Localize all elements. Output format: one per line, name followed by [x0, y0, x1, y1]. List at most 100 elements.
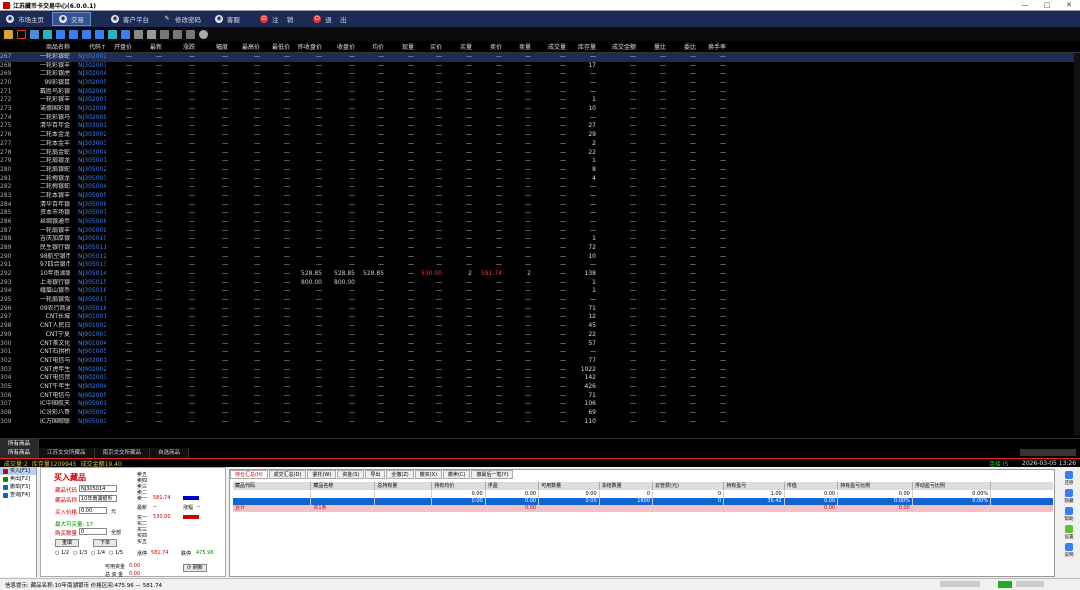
orders-col-header[interactable]: 浮盈 [486, 482, 540, 490]
header-col-name[interactable]: 商品名称 [40, 42, 70, 52]
table-row[interactable]: 286 丝绸银通币 NJ305008 — — — — — — — — — — — — — — — — — — — — [0, 218, 1080, 227]
header-col-open[interactable]: 开盘价 [110, 42, 132, 52]
menu-customer-service[interactable]: ◉ 客服 [209, 12, 246, 26]
info-button[interactable]: 说明 [1058, 541, 1080, 559]
table-row[interactable]: 296 09农行商通银币 NJ305018 — — — — — — — — — — — — — — — 71 — — — — [0, 305, 1080, 314]
qty-all-link[interactable]: 全部 [111, 529, 121, 536]
orders-col-header[interactable]: 冻结数量 [600, 482, 654, 490]
page3-icon[interactable] [95, 29, 104, 39]
tool3-icon[interactable] [186, 29, 195, 39]
refresh-icon[interactable] [108, 29, 117, 39]
table-row[interactable]: 271 戴胜鸟彩银币 NJ302006 — — — — — — — — — — — — — — — — — — — — [0, 88, 1080, 97]
menu-logout[interactable]: ⏻ 注 销 [254, 12, 299, 26]
tab-all-goods[interactable]: 所有商品 [0, 448, 40, 458]
table-row[interactable]: 272 一轮彩银羊 NJ302007 — — — — — — — — — — — — — — — 1 — — — — [0, 96, 1080, 105]
close-button[interactable]: ✕ [1058, 1, 1080, 9]
cancel-sell-button[interactable]: 撤卖(C) [443, 470, 471, 479]
header-col-pct[interactable]: 幅度 [203, 42, 228, 52]
table-row[interactable]: 273 诺德国彩银币 NJ302008 — — — — — — — — — — — — — — — 10 — — — — [0, 105, 1080, 114]
hide-button[interactable]: 隐藏 [1058, 487, 1080, 505]
menu-trade[interactable]: ◉ 交易 [52, 12, 91, 26]
tool-icon[interactable] [160, 29, 169, 39]
table-row[interactable]: 301 CNT石拱桥 NJ901005 — — — — — — — — — — — — — — — — — — — — [0, 348, 1080, 357]
table-row[interactable]: 268 一轮彩银羊 NJ302003 — — — — — — — — — — — — — — — 17 — — — — [0, 62, 1080, 71]
header-col-close[interactable]: 收盘价 [330, 42, 355, 52]
table-row[interactable]: 287 一轮扇银羊 NJ305009 — — — — — — — — — — — — — — — — — — — — [0, 227, 1080, 236]
header-col-vol-ratio[interactable]: 量比 [648, 42, 666, 52]
fraction-1-5[interactable]: ○ 1/5 [109, 550, 123, 556]
table-row[interactable]: 277 二轮本金羊 NJ303003 — — — — — — — — — — — — — — — 2 — — — — [0, 140, 1080, 149]
table-row[interactable]: 274 二轮彩银马 NJ302009 — — — — — — — — — — — — — — — — — — — — [0, 114, 1080, 123]
table-row[interactable]: 285 资本市场银币 NJ305007 — — — — — — — — — — — — — — — — — — — — [0, 209, 1080, 218]
table-row[interactable]: 270 99彩银鼠 NJ302005 — — — — — — — — — — — — — — — — — — — — [0, 79, 1080, 88]
tab-funds[interactable]: 资金(S) [337, 470, 365, 479]
position-row[interactable]: 0.00 0.00 0.00 0 0 1.00 0.00 0.00 0.00% [233, 491, 1053, 498]
table-row[interactable]: 275 清华百年金币 NJ303001 — — — — — — — — — — — — — — — 27 — — — — [0, 122, 1080, 131]
cancel-all-button[interactable]: 全撤(Z) [386, 470, 414, 479]
header-col-bid[interactable]: 买价 [418, 42, 442, 52]
nav-query[interactable]: 查询[F4] [0, 491, 36, 499]
header-col-prev-close[interactable]: 昨收盘价 [293, 42, 322, 52]
table-row[interactable]: 281 二轮梅银龙 NJ305003 — — — — — — — — — — — — — — — 4 — — — — [0, 175, 1080, 184]
table-row[interactable]: 300 CNT茶文化 NJ901004 — — — — — — — — — — — — — — — 57 — — — — [0, 340, 1080, 349]
table-row[interactable]: 308 IC汾彩八哥 NJ905002 — — — — — — — — — — — — — — — 69 — — — — [0, 409, 1080, 418]
orders-col-header[interactable]: 可用数量 [539, 482, 600, 490]
cancel-last-button[interactable]: 撤最后一笔(Y) [471, 470, 514, 479]
header-col-code[interactable]: 代码↑ [78, 42, 106, 52]
maximize-button[interactable]: □ [1036, 1, 1058, 9]
code-select[interactable]: NJ305014 [79, 485, 117, 492]
header-col-change[interactable]: 涨跌 [170, 42, 195, 52]
tab-position-summary[interactable]: 持仓汇总(H) [230, 470, 268, 479]
fraction-1-4[interactable]: ○ 1/4 [91, 550, 105, 556]
header-col-ask-qty[interactable]: 卖量 [508, 42, 531, 52]
reset-button[interactable]: 重填 [55, 539, 79, 547]
settings-button[interactable]: 设置 [1058, 523, 1080, 541]
menu-exit[interactable]: ⏻ 退 出 [307, 12, 352, 26]
table-row[interactable]: 305 CNT牛年生肖 NJ902004 — — — — — — — — — — — — — — — 426 — — — — [0, 383, 1080, 392]
nav-cancel[interactable]: 撤单[F3] [0, 483, 36, 491]
submit-order-button[interactable]: 下单 [93, 539, 117, 547]
list-icon[interactable] [56, 29, 65, 39]
export-button[interactable]: 导出 [365, 470, 386, 479]
table-row[interactable]: 303 CNT虎年生肖 NJ902002 — — — — — — — — — — — — — — — 1022 — — —… [0, 366, 1080, 375]
table-row[interactable]: 282 二轮梅银蛇 NJ305004 — — — — — — — — — — — — — — — — — — — — [0, 183, 1080, 192]
table-row[interactable]: 306 CNT电信与体育 NJ902005 — — — — — — — — — — — — — — — 71 — — — — [0, 392, 1080, 401]
table-row[interactable]: 278 二轮扇金蛇 NJ303004 — — — — — — — — — — — — — — — 22 — — — — [0, 149, 1080, 158]
trend-icon[interactable] [17, 29, 26, 39]
grid-icon[interactable] [43, 29, 52, 39]
table-row[interactable]: 276 二轮本金龙 NJ303002 — — — — — — — — — — — — — — — 29 — — — — [0, 131, 1080, 140]
table-row[interactable]: 291 97四合银币 NJ305013 — — — — — — — — — — — — — — — — — — — — [0, 261, 1080, 270]
help-button[interactable]: 帮助 [1058, 505, 1080, 523]
table-row[interactable]: 302 CNT电信与人通 NJ902001 — — — — — — — — — — — — — — — 77 — — — — [0, 357, 1080, 366]
header-col-bid-qty[interactable]: 买量 [445, 42, 472, 52]
tool2-icon[interactable] [173, 29, 182, 39]
nav-buy[interactable]: 买入[F1] [0, 467, 36, 475]
tab-orders[interactable]: 委托(W) [307, 470, 337, 479]
chart-icon[interactable] [4, 29, 13, 39]
table-row[interactable]: 289 民生银行银币 NJ305011 — — — — — — — — — — — — — — — 72 — — — — [0, 244, 1080, 253]
position-row[interactable]: 0.00 0.00 0.00 1800 0 36.42 0.00 0.00% 0.00% [233, 498, 1053, 505]
orders-col-header[interactable]: 持有盈亏比例 [838, 482, 913, 490]
header-col-high[interactable]: 最高价 [238, 42, 260, 52]
table-icon[interactable] [30, 29, 39, 39]
price-input[interactable]: 0.00 [79, 507, 107, 514]
tab-watchlist[interactable]: 自选商品 [150, 448, 190, 458]
orders-col-header[interactable]: 持有均价 [432, 482, 486, 490]
menu-market-home[interactable]: ◉ 市场主页 [0, 12, 50, 26]
table-row[interactable]: 298 CNT人民日报 NJ901002 — — — — — — — — — — — — — — — 45 — — — — [0, 322, 1080, 331]
tab-jiangsu-goods[interactable]: 江苏文交所藏品 [39, 448, 95, 458]
refresh-button[interactable]: ⟳ 刷新 [183, 564, 207, 572]
position-row[interactable]: 合计 共1条 0.00 0.00 0.00 [233, 505, 1053, 512]
fraction-1-2[interactable]: ○ 1/2 [55, 550, 69, 556]
table-row[interactable]: 267 一轮彩银蛇 NJ302002 — — — — — — — — — — — — — — — — — — — — [0, 53, 1080, 62]
orders-col-header[interactable]: 总持有量 [375, 482, 433, 490]
qty-input[interactable]: 0 [79, 528, 107, 535]
orders-col-header[interactable]: 云管费(元) [653, 482, 725, 490]
cancel-buy-button[interactable]: 撤买(X) [414, 470, 443, 479]
header-col-turnover[interactable]: 换手率 [700, 42, 726, 52]
vertical-scrollbar[interactable] [1074, 53, 1080, 435]
filter-icon[interactable] [134, 29, 143, 39]
nav-sell[interactable]: 卖出[F2] [0, 475, 36, 483]
orders-col-header[interactable]: 市值 [785, 482, 839, 490]
horizontal-scrollbar[interactable] [1020, 449, 1076, 456]
